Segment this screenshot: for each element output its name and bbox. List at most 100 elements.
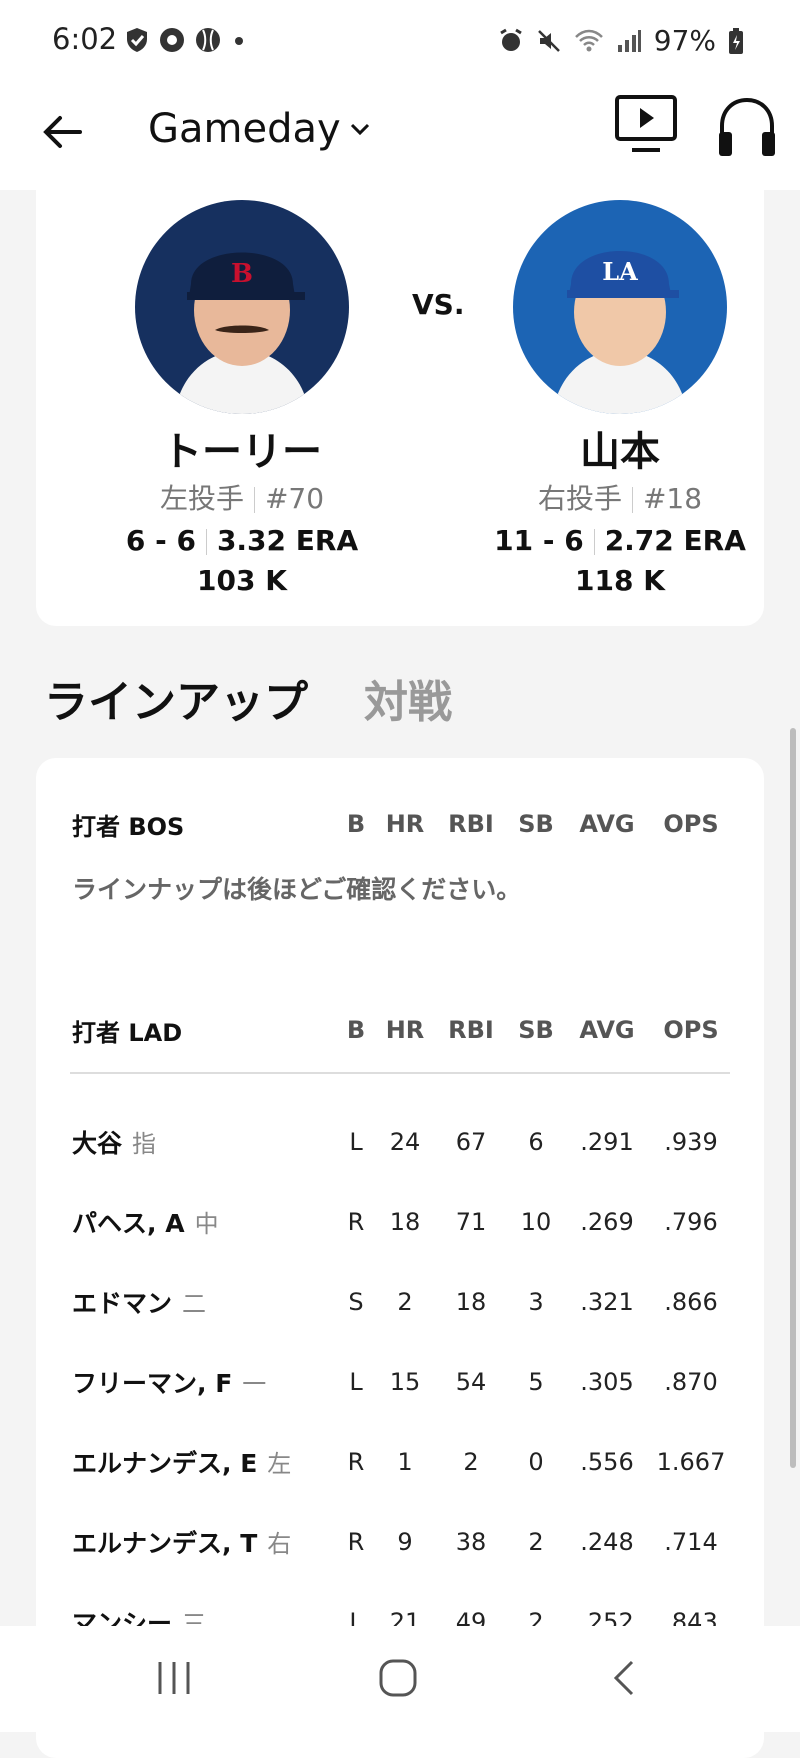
batter-hr: 2 (397, 1288, 413, 1316)
away-pitcher-hand: 左投手 (159, 482, 244, 515)
col-header-rbi: RBI (448, 810, 494, 838)
batter-position: 一 (242, 1370, 267, 1398)
col-header-hr: HR (385, 810, 425, 838)
away-pitcher-record: 6 - 6 (125, 524, 196, 557)
batter-hr: 15 (389, 1368, 421, 1396)
col-header-hr: HR (385, 1016, 425, 1044)
tab-matchup[interactable]: 対戦 (364, 666, 452, 730)
away-pitcher-avatar: B (135, 200, 349, 414)
headphones-icon (719, 97, 775, 156)
batter-position: 二 (182, 1290, 207, 1318)
status-time: 6:02 (52, 22, 118, 56)
tab-lineup[interactable]: ラインアップ (44, 666, 308, 730)
lad-team-label: 打者 LAD (72, 1018, 183, 1047)
batter-row[interactable]: エルナンデス, T 右 R 9 38 2 .248 .714 (72, 1520, 732, 1564)
batter-rbi: 18 (455, 1288, 487, 1316)
batter-sb: 0 (528, 1448, 544, 1476)
battery-percent: 97% (653, 24, 716, 57)
bos-header-row: 打者 BOS B HR RBI SB AVG OPS (72, 804, 732, 844)
game-menu-dropdown[interactable]: Gameday (148, 106, 371, 152)
versus-label: VS. (412, 288, 465, 321)
batter-ops: .796 (664, 1208, 718, 1236)
chevron-down-icon (350, 123, 369, 136)
batter-bats: R (347, 1528, 365, 1556)
away-pitcher-record-line: 6 - 6 3.32 ERA (92, 522, 392, 560)
batter-ops: .866 (664, 1288, 718, 1316)
batter-row[interactable]: パヘス, A 中 R 18 71 10 .269 .796 (72, 1200, 732, 1244)
section-tabs: ラインアップ 対戦 (44, 666, 452, 730)
scrollbar[interactable] (790, 728, 796, 1468)
recent-apps-icon (158, 1662, 190, 1694)
batter-rbi: 67 (455, 1128, 487, 1156)
home-pitcher-avatar: LA (513, 200, 727, 414)
status-bar: 6:02 97% (0, 0, 800, 84)
batter-rbi: 54 (455, 1368, 487, 1396)
away-pitcher-era: 3.32 ERA (216, 524, 359, 557)
batter-position: 中 (194, 1210, 219, 1238)
home-pitcher[interactable]: LA 山本 右投手 #18 11 - 6 2.72 ERA 118 K (470, 200, 770, 600)
batter-ops: .939 (664, 1128, 718, 1156)
recent-apps-button[interactable] (134, 1648, 214, 1708)
batter-position: 左 (267, 1450, 292, 1478)
batter-avg: .248 (580, 1528, 634, 1556)
watch-video-button[interactable] (614, 94, 682, 162)
probable-pitchers-card: B トーリー 左投手 #70 6 - 6 3.32 ERA 103 K VS. LA… (36, 170, 764, 626)
batter-rbi: 71 (455, 1208, 487, 1236)
batter-bats: R (347, 1208, 365, 1236)
batter-rbi: 2 (463, 1448, 479, 1476)
away-pitcher-number: #70 (264, 482, 325, 515)
batter-position: 右 (267, 1530, 292, 1558)
listen-audio-button[interactable] (716, 94, 784, 162)
batter-hr: 9 (397, 1528, 413, 1556)
system-back-button[interactable] (584, 1648, 664, 1708)
lad-header-row: 打者 LAD B HR RBI SB AVG OPS (72, 1010, 732, 1050)
batter-avg: .556 (580, 1448, 634, 1476)
away-pitcher-strikeouts: 103 K (197, 564, 287, 597)
notification-icons (124, 26, 248, 54)
baseball-icon (196, 28, 220, 52)
batter-hr: 18 (389, 1208, 421, 1236)
col-header-sb: SB (518, 1016, 554, 1044)
lineup-pending-note: ラインナップは後ほどご確認ください。 (72, 875, 522, 904)
tv-play-icon (615, 95, 677, 152)
home-pitcher-position: 右投手 #18 (470, 480, 770, 518)
home-pitcher-number: #18 (642, 482, 703, 515)
batter-row[interactable]: 大谷指 L 24 67 6 .291 .939 (72, 1120, 732, 1164)
shield-icon (127, 28, 147, 52)
batter-bats: R (347, 1448, 365, 1476)
batter-avg: .269 (580, 1208, 634, 1236)
batter-row[interactable]: エドマン二 S 2 18 3 .321 .866 (72, 1280, 732, 1324)
signal-icon (617, 29, 641, 52)
batter-ops: .714 (664, 1528, 718, 1556)
batter-name: エルナンデス, T (72, 1529, 258, 1558)
batter-row[interactable]: エルナンデス, E 左 R 1 2 0 .556 1.667 (72, 1440, 732, 1484)
col-header-ops: OPS (663, 1016, 719, 1044)
lineup-divider (70, 1072, 730, 1074)
alarm-icon (499, 28, 522, 51)
batter-bats: L (349, 1368, 363, 1396)
battery-icon (729, 27, 743, 54)
batter-name: エルナンデス, E (72, 1449, 258, 1478)
batter-name: 大谷 (72, 1129, 123, 1158)
away-pitcher-name: トーリー (162, 429, 322, 475)
lineup-card: 打者 BOS B HR RBI SB AVG OPS ラインナップは後ほどご確認… (36, 758, 764, 1758)
arrow-left-icon (43, 116, 82, 148)
back-button[interactable] (34, 104, 90, 160)
away-pitcher-position: 左投手 #70 (92, 480, 392, 518)
batter-ops: 1.667 (656, 1448, 726, 1476)
home-button[interactable] (358, 1648, 438, 1708)
mute-icon (537, 29, 560, 52)
batter-row[interactable]: フリーマン, F 一 L 15 54 5 .305 .870 (72, 1360, 732, 1404)
page-title: Gameday (148, 106, 341, 152)
batter-avg: .321 (580, 1288, 634, 1316)
col-header-avg: AVG (579, 810, 635, 838)
chevron-left-icon (613, 1660, 634, 1696)
home-pitcher-record: 11 - 6 (494, 524, 584, 557)
batter-sb: 2 (528, 1528, 544, 1556)
col-header-b: B (346, 810, 366, 838)
app-notification-icon (160, 28, 184, 52)
away-pitcher[interactable]: B トーリー 左投手 #70 6 - 6 3.32 ERA 103 K (92, 200, 392, 600)
batter-name: エドマン (72, 1289, 173, 1318)
batter-hr: 1 (397, 1448, 413, 1476)
col-header-ops: OPS (663, 810, 719, 838)
